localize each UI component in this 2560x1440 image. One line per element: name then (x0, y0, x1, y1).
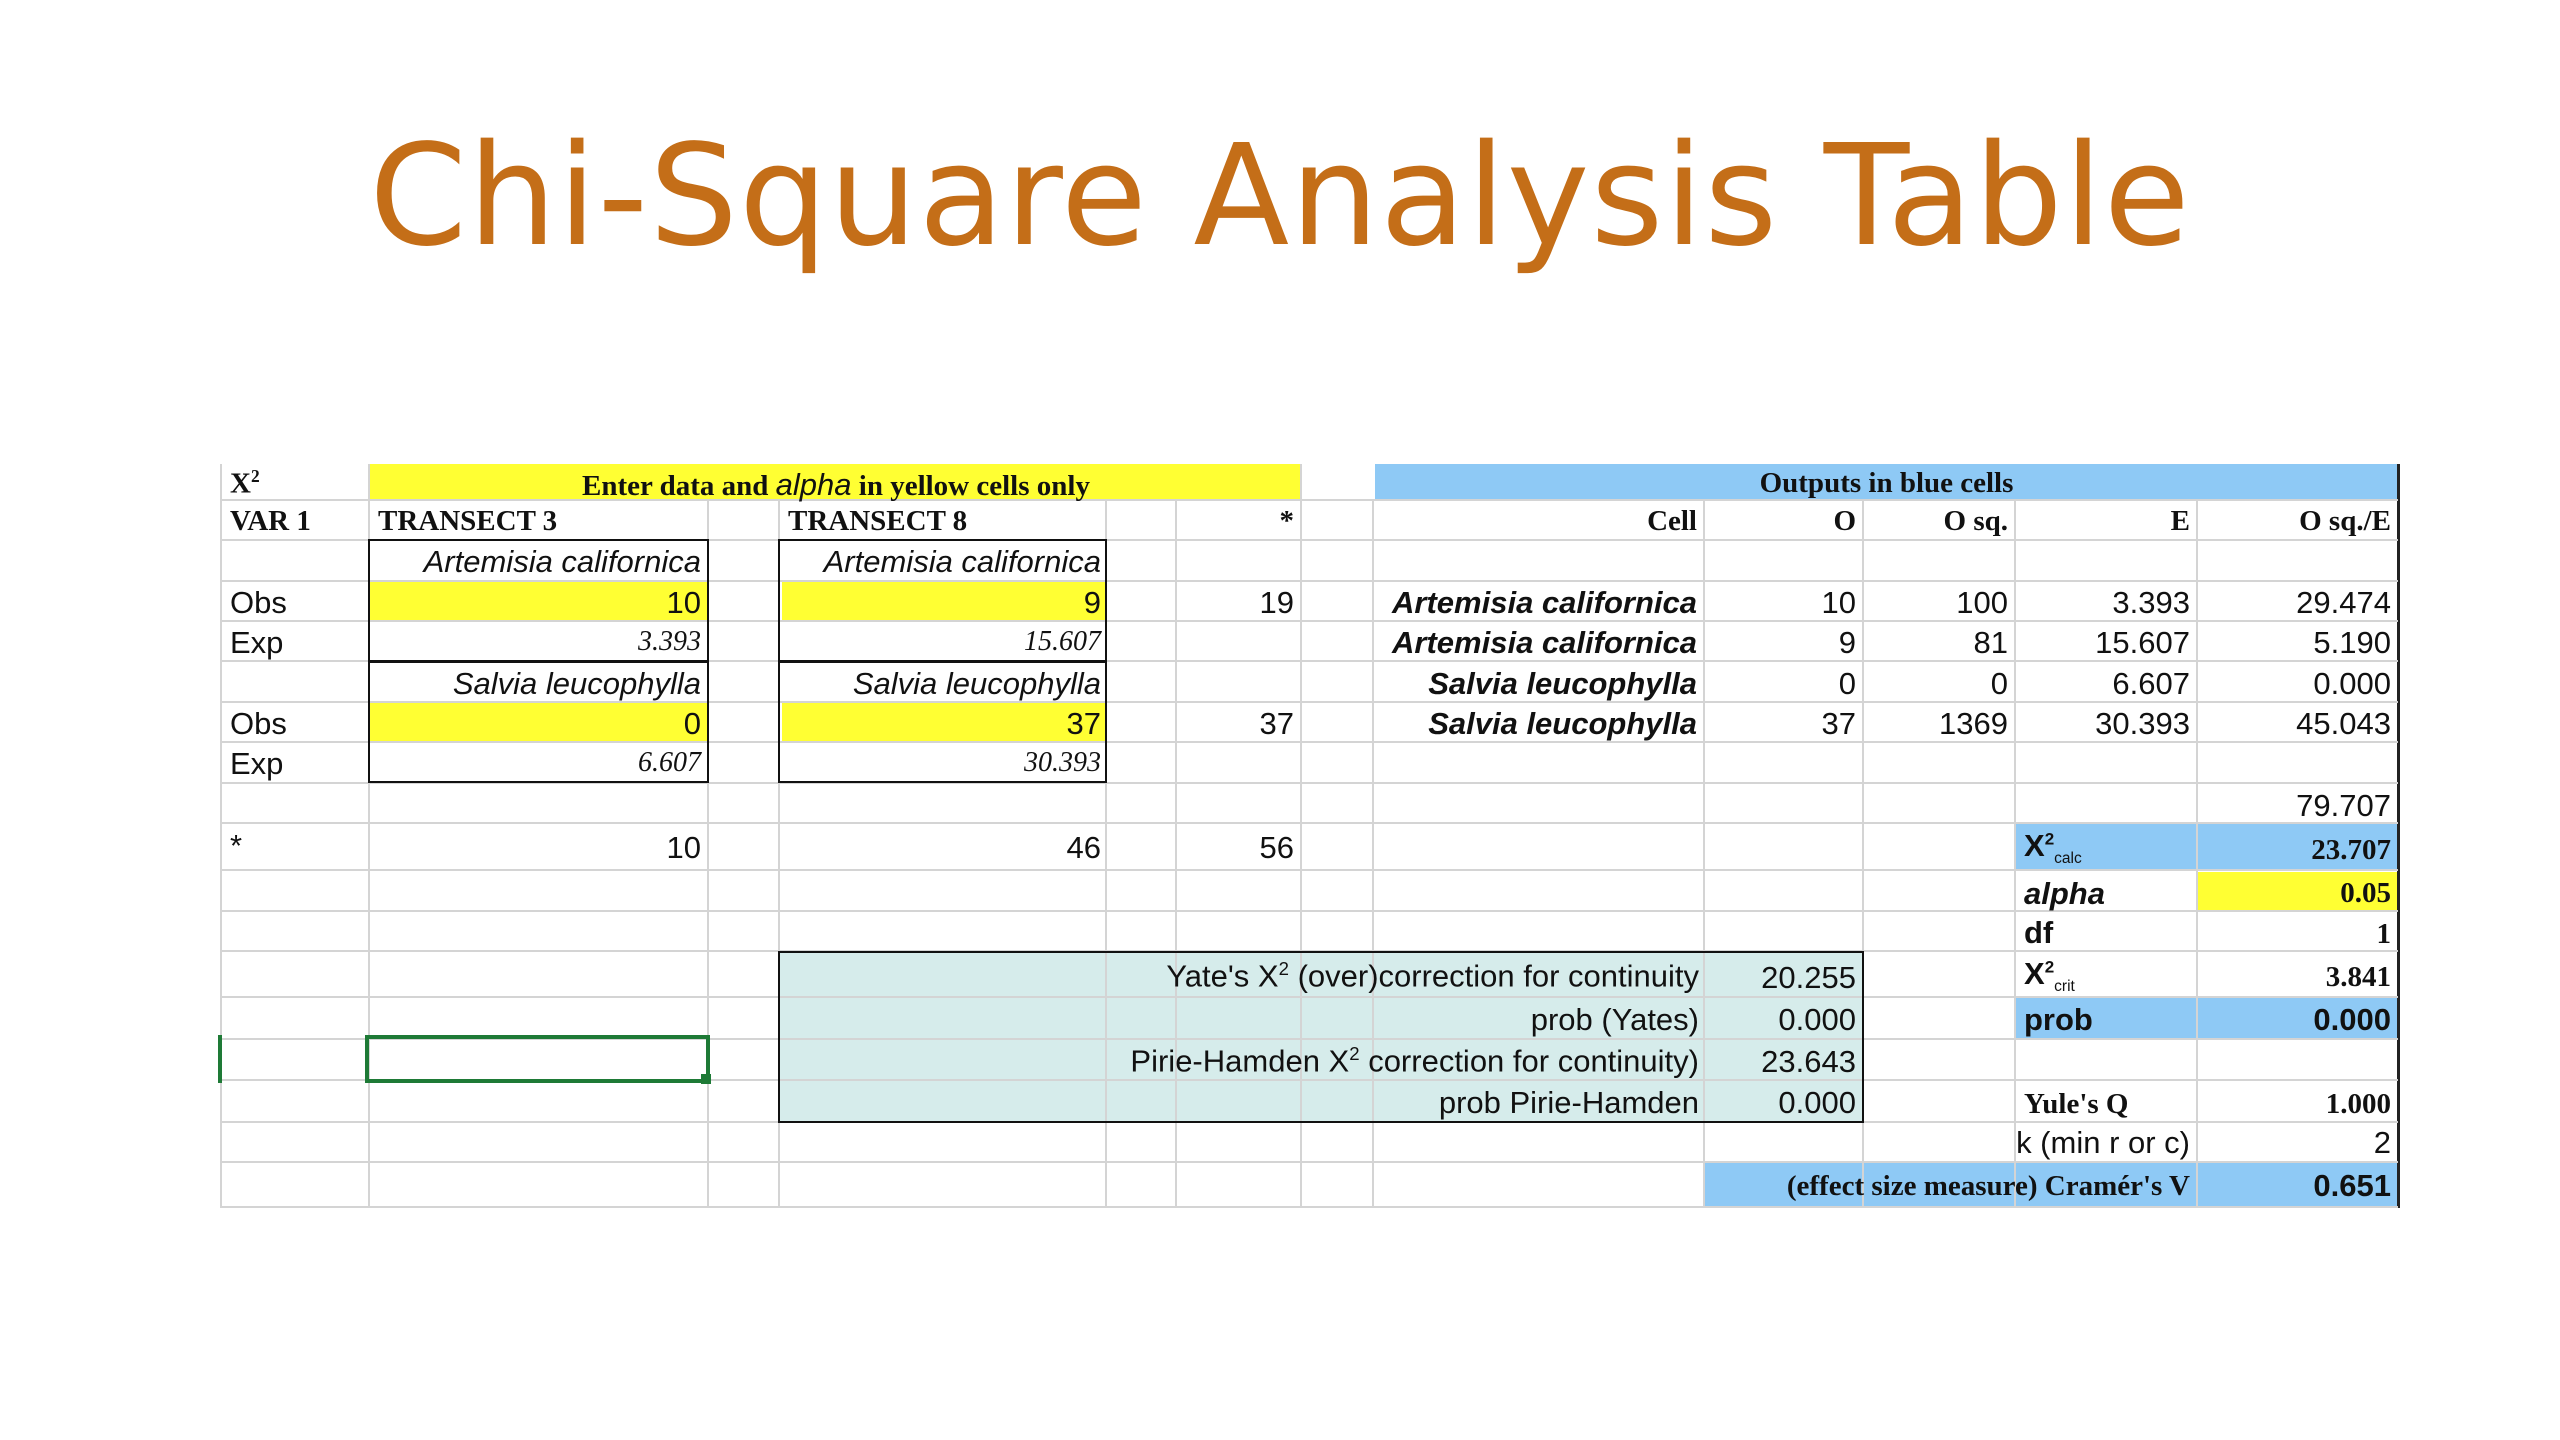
k-label: k (min r or c) (2016, 1125, 2190, 1160)
t3-species-1: Artemisia californica (423, 544, 701, 579)
yule-q-label: Yule's Q (2024, 1088, 2129, 1120)
output-e-3: 6.607 (2112, 666, 2190, 701)
obs-label-2: Obs (230, 706, 287, 741)
transect-8-divider (778, 660, 1107, 663)
cramers-v-label: (effect size measure) Cramér's V (1786, 1170, 2190, 1202)
obs-label-1: Obs (230, 585, 287, 620)
t3-exp-1: 3.393 (638, 626, 701, 657)
t8-exp-2: 30.393 (1024, 747, 1101, 778)
k-value: 2 (2373, 1125, 2391, 1160)
output-osq-e-3: 0.000 (2313, 666, 2391, 701)
yates-value: 20.255 (1761, 960, 1856, 995)
prob-yates-label: prob (Yates) (1530, 1002, 1699, 1037)
output-osq-e-1: 29.474 (2296, 585, 2391, 620)
row-selection-indicator (218, 1035, 222, 1083)
df-value: 1 (2376, 918, 2392, 950)
t8-species-2: Salvia leucophylla (852, 666, 1101, 701)
chi-square-symbol: X2 (230, 466, 260, 500)
output-osq-4: 1369 (1939, 706, 2008, 741)
prob-pirie-hamden-label: prob Pirie-Hamden (1438, 1085, 1699, 1120)
yule-q-value: 1.000 (2325, 1088, 2391, 1120)
var-label: VAR 1 (230, 505, 311, 537)
gridline (220, 822, 2398, 824)
prob-pirie-hamden-value: 0.000 (1778, 1085, 1856, 1120)
x2crit-label: X2crit (2024, 956, 2075, 996)
exp-label-1: Exp (230, 625, 284, 660)
output-o-3: 0 (1838, 666, 1856, 701)
df-label: df (2024, 915, 2054, 950)
output-o-4: 37 (1821, 706, 1856, 741)
transect-8-header: TRANSECT 8 (788, 505, 968, 537)
pirie-hamden-label: Pirie-Hamden X2 correction for continuit… (1130, 1043, 1699, 1079)
t3-obs-1[interactable]: 10 (370, 587, 707, 618)
row-total-header: * (1279, 505, 1295, 537)
x2crit-value: 3.841 (2325, 961, 2391, 993)
column-total-label: * (230, 828, 243, 863)
col-total-transect-8: 46 (1066, 830, 1101, 865)
output-o-2: 9 (1838, 625, 1856, 660)
yates-label: Yate's X2 (over)correction for continuit… (1166, 958, 1699, 994)
cramers-v-value: 0.651 (2313, 1168, 2391, 1203)
x2calc-label: X2calc (2024, 828, 2082, 868)
output-osq-2: 81 (1973, 625, 2008, 660)
gridline (220, 1206, 2398, 1208)
t8-species-1: Artemisia californica (823, 544, 1101, 579)
output-cell-3: Salvia leucophylla (1428, 666, 1697, 701)
output-cell-2: Artemisia californica (1392, 625, 1697, 660)
output-osq-1: 100 (1956, 585, 2008, 620)
output-cell-1: Artemisia californica (1392, 585, 1697, 620)
gridline (220, 1161, 2398, 1163)
output-osq-e-4: 45.043 (2296, 706, 2391, 741)
output-osq-e-2: 5.190 (2313, 625, 2391, 660)
fill-handle[interactable] (701, 1074, 711, 1084)
t8-obs-1[interactable]: 9 (780, 587, 1107, 618)
prob-yates-value: 0.000 (1778, 1002, 1856, 1037)
exp-label-2: Exp (230, 746, 284, 781)
gridline (220, 869, 2398, 871)
page-title: Chi-Square Analysis Table (369, 115, 2191, 278)
t8-obs-2[interactable]: 37 (780, 708, 1107, 739)
grand-total: 56 (1259, 830, 1294, 865)
cell-header: Cell (1647, 505, 1697, 537)
osq-e-sum: 79.707 (2296, 788, 2391, 823)
gridline (2397, 464, 2400, 1208)
t3-exp-2: 6.607 (638, 747, 701, 778)
osq-e-header: O sq./E (2299, 505, 2391, 537)
prob-label: prob (2024, 1002, 2093, 1037)
output-banner: Outputs in blue cells (1759, 467, 2014, 499)
t3-obs-2[interactable]: 0 (370, 708, 707, 739)
pirie-hamden-value: 23.643 (1761, 1044, 1856, 1079)
o-header: O (1833, 505, 1856, 537)
alpha-value[interactable]: 0.05 (2198, 879, 2397, 908)
osq-header: O sq. (1943, 505, 2008, 537)
input-banner: Enter data and alpha in yellow cells onl… (582, 467, 1090, 502)
transect-3-divider (368, 660, 709, 663)
row-total-2: 37 (1259, 706, 1294, 741)
t8-exp-1: 15.607 (1024, 626, 1101, 657)
output-cell-4: Salvia leucophylla (1428, 706, 1697, 741)
output-e-2: 15.607 (2095, 625, 2190, 660)
selected-cell[interactable] (365, 1035, 710, 1083)
col-total-transect-3: 10 (666, 830, 701, 865)
x2calc-value: 23.707 (2311, 834, 2391, 866)
output-osq-3: 0 (1990, 666, 2008, 701)
output-e-1: 3.393 (2112, 585, 2190, 620)
alpha-label: alpha (2024, 876, 2105, 911)
output-o-1: 10 (1821, 585, 1856, 620)
row-total-1: 19 (1259, 585, 1294, 620)
e-header: E (2170, 505, 2190, 537)
output-e-4: 30.393 (2095, 706, 2190, 741)
t3-species-2: Salvia leucophylla (452, 666, 701, 701)
transect-3-header: TRANSECT 3 (378, 505, 558, 537)
prob-value: 0.000 (2313, 1002, 2391, 1037)
